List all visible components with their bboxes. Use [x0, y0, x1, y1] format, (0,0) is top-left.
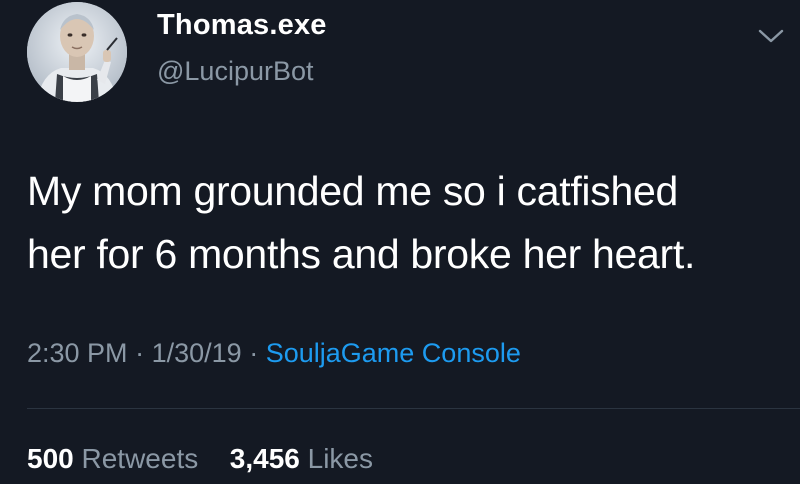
- likes-stat[interactable]: 3,456 Likes: [222, 443, 373, 474]
- tweet-card: Thomas.exe @LucipurBot My mom grounded m…: [0, 0, 800, 484]
- tweet-meta: 2:30 PM · 1/30/19 · SouljaGame Console: [27, 338, 521, 369]
- meta-separator: ·: [249, 338, 259, 368]
- tweet-source-link[interactable]: SouljaGame Console: [266, 338, 521, 368]
- tweet-time[interactable]: 2:30 PM: [27, 338, 128, 368]
- tweet-text: My mom grounded me so i catfished her fo…: [27, 160, 787, 286]
- chevron-down-icon: [758, 29, 784, 43]
- user-handle[interactable]: @LucipurBot: [157, 56, 314, 87]
- retweets-count: 500: [27, 443, 74, 474]
- likes-label: Likes: [307, 443, 374, 474]
- retweets-stat[interactable]: 500 Retweets: [27, 443, 206, 474]
- robot-avatar-icon: [27, 2, 127, 102]
- divider: [27, 408, 800, 409]
- meta-separator: ·: [135, 338, 145, 368]
- tweet-date[interactable]: 1/30/19: [152, 338, 242, 368]
- tweet-text-line: My mom grounded me so i catfished: [27, 168, 678, 214]
- tweet-text-line: her for 6 months and broke her heart.: [27, 231, 696, 277]
- display-name[interactable]: Thomas.exe: [157, 9, 327, 42]
- tweet-stats: 500 Retweets 3,456 Likes: [27, 443, 373, 475]
- tweet-menu-button[interactable]: [758, 28, 784, 44]
- likes-count: 3,456: [229, 443, 300, 474]
- retweets-label: Retweets: [81, 443, 199, 474]
- avatar[interactable]: [27, 2, 127, 102]
